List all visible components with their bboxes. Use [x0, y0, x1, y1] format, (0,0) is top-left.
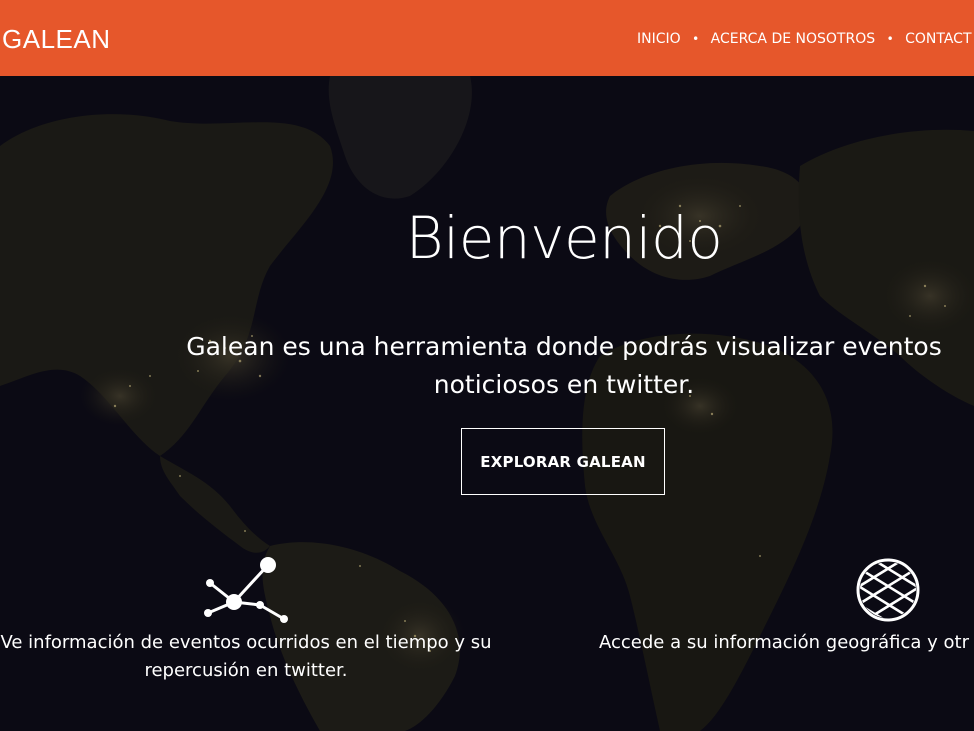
hero-subtitle: Galean es una herramienta donde podrás v…: [154, 328, 974, 404]
feature-text-line: repercusión en twitter.: [144, 660, 348, 681]
hero-subtitle-line: noticiosos en twitter.: [433, 370, 695, 399]
nav-item-inicio[interactable]: INICIO: [637, 30, 681, 48]
page: GALEAN INICIO • ACERCA DE NOSOTROS • CON…: [0, 0, 974, 731]
top-navbar: GALEAN INICIO • ACERCA DE NOSOTROS • CON…: [0, 0, 974, 76]
nav-separator: •: [886, 32, 894, 46]
hero-content: Bienvenido Galean es una herramienta don…: [0, 0, 974, 731]
explore-galean-button[interactable]: EXPLORAR GALEAN: [461, 428, 665, 495]
feature-geo-text: Accede a su información geográfica y otr: [599, 629, 969, 657]
hero-title: Bienvenido: [405, 204, 723, 272]
globe-icon: [856, 558, 920, 622]
feature-timeline-text: Ve información de eventos ocurridos en e…: [0, 629, 502, 685]
feature-text-line: Ve información de eventos ocurridos en e…: [0, 632, 492, 653]
nav-separator: •: [692, 32, 700, 46]
hero-subtitle-line: Galean es una herramienta donde podrás v…: [186, 332, 942, 361]
feature-text-line: Accede a su información geográfica y otr: [599, 632, 969, 653]
network-graph-icon: [204, 557, 288, 623]
main-nav: INICIO • ACERCA DE NOSOTROS • CONTACT: [637, 30, 972, 48]
nav-item-contacto[interactable]: CONTACT: [905, 30, 971, 48]
brand-logo[interactable]: GALEAN: [2, 24, 111, 54]
nav-item-acerca[interactable]: ACERCA DE NOSOTROS: [711, 30, 875, 48]
